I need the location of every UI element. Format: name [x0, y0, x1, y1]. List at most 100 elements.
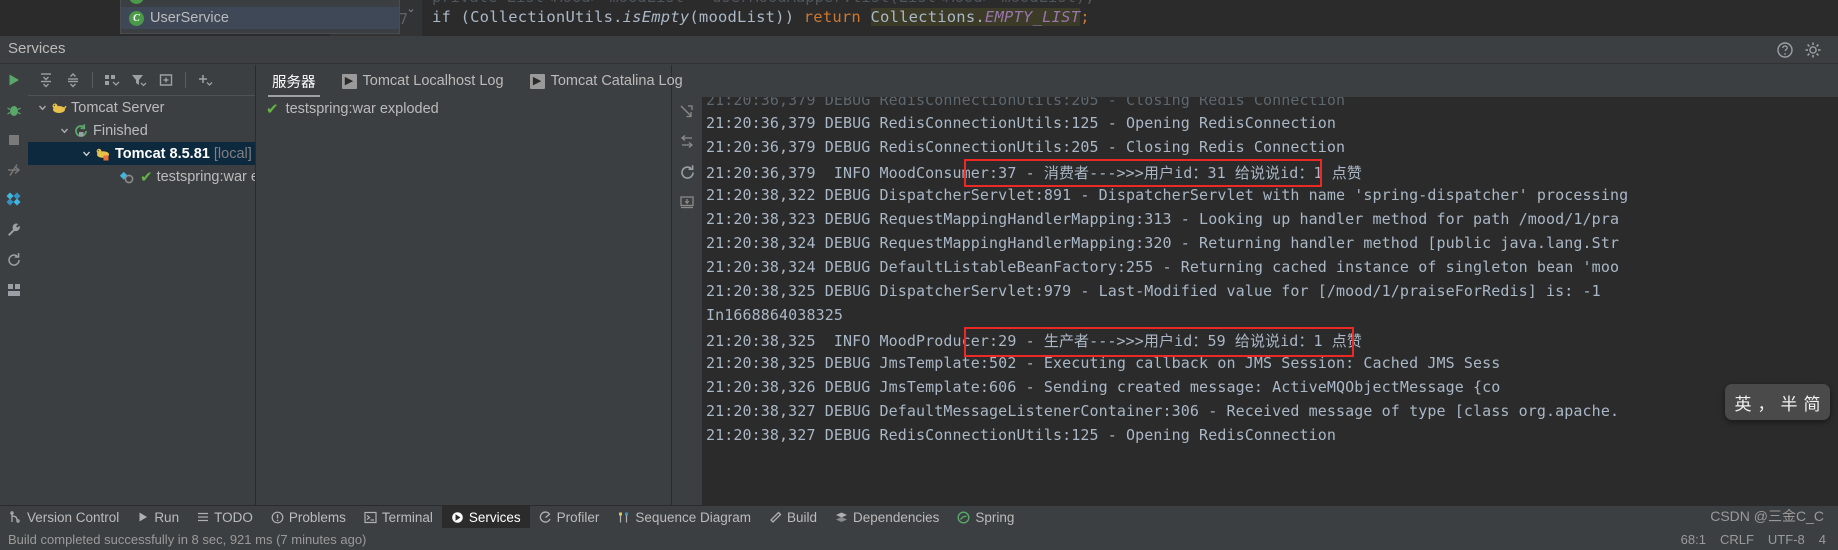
chevron-down-icon[interactable]	[58, 124, 71, 137]
tree-row-tomcat-local[interactable]: Tomcat 8.5.81 [local]	[28, 142, 255, 165]
help-icon[interactable]	[1776, 41, 1794, 59]
services-title: Services	[8, 40, 66, 57]
bottom-item-profiler[interactable]: Profiler	[530, 506, 609, 529]
export-icon[interactable]	[672, 187, 702, 217]
build-icon	[770, 511, 782, 523]
ime-indicator[interactable]: 英 ， 半 简	[1725, 384, 1830, 420]
expand-all-icon[interactable]	[34, 68, 58, 92]
bottom-item-label: Build	[787, 509, 818, 525]
tab-servers[interactable]: 服务器	[268, 65, 319, 97]
tree-row-finished[interactable]: Finished	[28, 119, 255, 142]
bottom-item-sequence-diagram[interactable]: Sequence Diagram	[608, 506, 760, 529]
chevron-down-icon[interactable]	[36, 101, 49, 114]
log-line: 21:20:38,325 DEBUG JmsTemplate:502 - Exe…	[706, 354, 1501, 372]
status-message: Build completed successfully in 8 sec, 9…	[8, 531, 367, 547]
dependencies-icon	[836, 512, 848, 522]
code-highlight: Collections.EMPTY_LIST	[870, 8, 1081, 26]
tree-row-tomcat-server[interactable]: Tomcat Server	[28, 96, 255, 119]
tab-label: Tomcat Localhost Log	[362, 73, 504, 89]
bottom-item-version-control[interactable]: Version Control	[0, 506, 128, 529]
rerun-failed-icon[interactable]	[0, 155, 28, 185]
completion-popup[interactable]: I UserMoodPraiseRelService C UserService	[120, 0, 400, 34]
log-line: 21:20:38,327 DEBUG RedisConnectionUtils:…	[706, 426, 1337, 444]
bottom-item-run[interactable]: Run	[128, 506, 188, 529]
completion-item[interactable]: C UserService	[121, 7, 399, 29]
file-encoding[interactable]: UTF-8	[1768, 532, 1805, 547]
chevron-down-icon[interactable]	[80, 147, 93, 160]
deployment-list[interactable]: ✔ testspring:war exploded	[256, 97, 671, 514]
ime-mode: 英	[1734, 394, 1752, 414]
log-line: 21:20:36,379 DEBUG RedisConnectionUtils:…	[706, 97, 1346, 109]
bottom-item-label: Problems	[288, 509, 346, 525]
gear-icon[interactable]	[1804, 41, 1822, 59]
scroll-to-end-icon[interactable]	[672, 97, 702, 127]
services-left-rail	[0, 65, 28, 514]
code-constant: EMPTY_LIST	[984, 8, 1081, 26]
tab-label: 服务器	[272, 74, 316, 91]
add-service-icon[interactable]	[193, 68, 217, 92]
deployment-row[interactable]: ✔ testspring:war exploded	[256, 97, 671, 121]
bottom-tool-bar: Version Control Run TODO Problems Termin…	[0, 505, 1838, 529]
bottom-item-label: Services	[468, 509, 521, 525]
restart-icon[interactable]	[0, 245, 28, 275]
tree-row-artifact[interactable]: ✔ testspring:war ex	[28, 165, 255, 188]
finished-icon	[73, 123, 89, 139]
run-icon[interactable]	[0, 65, 28, 95]
log-line: 21:20:38,323 DEBUG RequestMappingHandler…	[706, 210, 1620, 228]
class-icon: C	[129, 10, 144, 26]
bottom-item-terminal[interactable]: Terminal	[355, 506, 442, 529]
ime-width: 半	[1780, 394, 1798, 414]
collapse-all-icon[interactable]	[61, 68, 85, 92]
caret-position[interactable]: 68:1	[1681, 532, 1706, 547]
bottom-item-todo[interactable]: TODO	[188, 506, 262, 529]
bottom-item-problems[interactable]: Problems	[262, 506, 355, 529]
tab-tomcat-catalina-log[interactable]: ▶ Tomcat Catalina Log	[529, 65, 683, 97]
bottom-item-label: Run	[154, 509, 180, 525]
filter-icon[interactable]	[127, 68, 151, 92]
services-tool-window: Services Tomcat Server Finished Tomcat 8…	[0, 36, 1838, 514]
console-output[interactable]: 21:20:36,379 DEBUG RedisConnectionUtils:…	[702, 97, 1838, 514]
stop-icon[interactable]	[0, 125, 28, 155]
services-icon	[452, 511, 463, 523]
add-tab-icon[interactable]	[154, 68, 178, 92]
wrench-icon[interactable]	[0, 215, 28, 245]
indent-size[interactable]: 4	[1819, 532, 1826, 547]
bottom-item-dependencies[interactable]: Dependencies	[826, 506, 948, 529]
log-line: 21:20:38,325 INFO MoodProducer:29 - 生产者-…	[706, 332, 1363, 350]
tree-label-suffix: [local]	[213, 145, 252, 162]
bottom-item-build[interactable]: Build	[760, 506, 826, 529]
soft-wrap-icon[interactable]	[672, 127, 702, 157]
run-tab-icon: ▶	[529, 73, 545, 89]
completion-item[interactable]: I UserMoodPraiseRelService	[121, 0, 399, 7]
log-line: 21:20:36,379 DEBUG RedisConnectionUtils:…	[706, 114, 1337, 132]
ime-punctuation: ，	[1757, 394, 1775, 414]
status-bar: Build completed successfully in 8 sec, 9…	[0, 528, 1838, 550]
tree-label: Finished	[93, 122, 148, 139]
dashboard-icon[interactable]	[0, 275, 28, 305]
code-method: isEmpty	[622, 8, 690, 26]
log-line: 21:20:36,379 INFO MoodConsumer:37 - 消费者-…	[706, 164, 1363, 182]
completion-item-label: UserService	[150, 10, 229, 26]
restart-console-icon[interactable]	[672, 157, 702, 187]
tree-label: Tomcat Server	[71, 99, 165, 116]
bottom-item-label: Terminal	[381, 509, 433, 525]
code-fold-marker[interactable]: ⌄	[400, 0, 422, 36]
line-separator[interactable]: CRLF	[1720, 532, 1754, 547]
bottom-item-services[interactable]: Services	[441, 505, 530, 529]
completion-item-label: UserMoodPraiseRelService	[150, 0, 328, 4]
services-header: Services	[0, 36, 1838, 64]
tab-tomcat-localhost-log[interactable]: ▶ Tomcat Localhost Log	[341, 65, 504, 97]
problems-icon	[271, 511, 284, 523]
deployment-label: testspring:war exploded	[285, 101, 439, 117]
log-line: 21:20:38,324 DEBUG DefaultListableBeanFa…	[706, 258, 1620, 276]
terminal-icon	[364, 511, 377, 523]
group-by-icon[interactable]	[100, 68, 124, 92]
services-tree[interactable]: Tomcat Server Finished Tomcat 8.5.81 [lo…	[28, 95, 255, 514]
log-line: 21:20:38,326 DEBUG JmsTemplate:606 - Sen…	[706, 378, 1501, 396]
log-line: 21:20:36,379 DEBUG RedisConnectionUtils:…	[706, 138, 1346, 156]
code-class: Collections.	[870, 8, 985, 26]
debug-icon[interactable]	[0, 95, 28, 125]
bottom-item-spring[interactable]: Spring	[948, 506, 1023, 529]
deploy-icon[interactable]	[0, 185, 28, 215]
code-prefix: if (CollectionUtils.	[432, 8, 623, 26]
